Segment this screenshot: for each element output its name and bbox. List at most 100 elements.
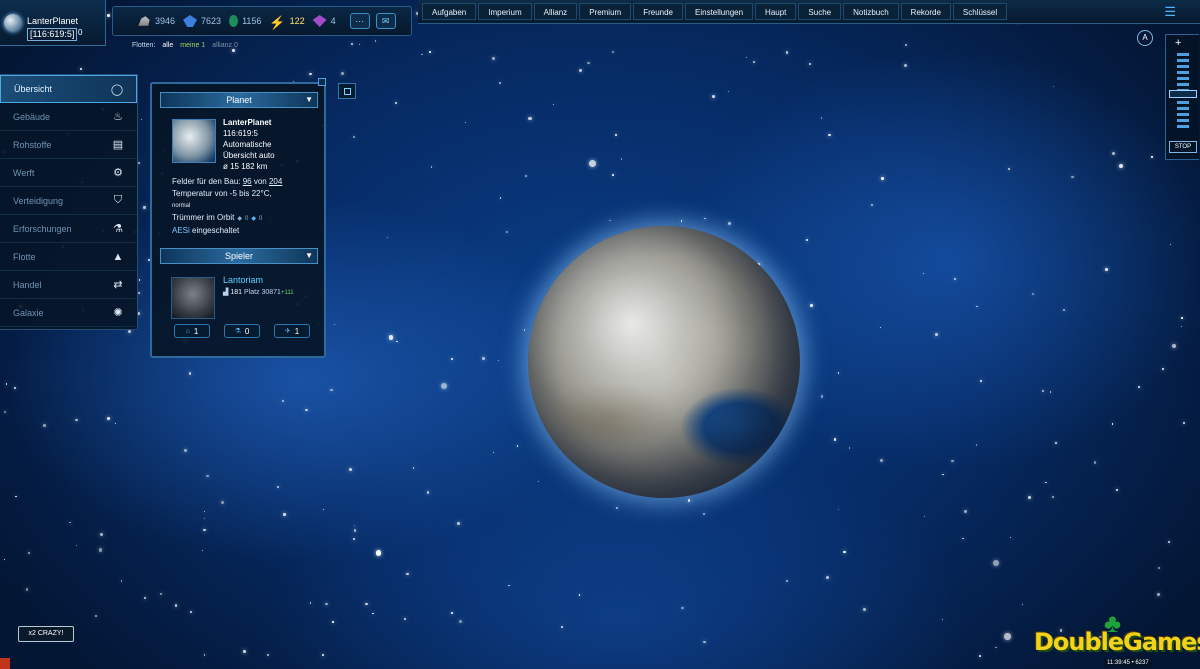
research-badge[interactable]: ⚗ 0	[224, 324, 260, 338]
star	[107, 13, 111, 17]
star	[95, 615, 97, 617]
star	[589, 159, 597, 167]
star	[325, 602, 329, 606]
fleets-label: Flotten:	[132, 42, 156, 49]
sidebar-item-8[interactable]: Galaxie ✺	[0, 299, 137, 327]
star	[349, 467, 353, 471]
sidebar-item-7[interactable]: Handel ⇄	[0, 271, 137, 299]
star	[871, 203, 874, 206]
building-badge[interactable]: ⌂ 1	[174, 324, 210, 338]
star	[458, 620, 462, 624]
sidebar-item-label: Übersicht	[14, 84, 53, 94]
server-clock: 11:39:45 • 6237	[1104, 659, 1152, 667]
current-planet-name: LanterPlanet	[27, 16, 79, 26]
star	[702, 512, 705, 515]
aes-label[interactable]: AESi	[172, 226, 190, 235]
dark-matter-icon	[312, 15, 327, 27]
hamburger-menu-icon[interactable]: ☰	[1164, 4, 1176, 20]
star	[394, 101, 398, 105]
nav-schluessel[interactable]: Schlüssel	[952, 3, 1008, 20]
fields-separator: von	[251, 177, 269, 186]
planet-details: LanterPlanet 116:619:5 Automatische Über…	[223, 117, 275, 172]
chat-button[interactable]: ⋯	[349, 13, 370, 29]
star	[184, 449, 187, 452]
nav-freunde[interactable]: Freunde	[633, 3, 683, 20]
star	[942, 473, 944, 475]
nav-rekorde[interactable]: Rekorde	[900, 3, 951, 20]
nav-haupt[interactable]: Haupt	[755, 3, 797, 20]
sidebar-item-1[interactable]: Gebäude ♨	[0, 103, 137, 131]
zoom-in-button[interactable]: +	[1175, 37, 1181, 49]
star	[412, 467, 415, 469]
current-planet-selector[interactable]: LanterPlanet [116:619:5] 0	[0, 0, 106, 46]
panel-minimize-button[interactable]	[318, 78, 326, 86]
nav-imperium[interactable]: Imperium	[478, 3, 532, 20]
resource-energy[interactable]: ⚡ 122	[269, 15, 304, 30]
star	[614, 133, 617, 136]
star	[727, 221, 732, 225]
star	[552, 103, 555, 106]
star	[376, 550, 382, 556]
sidebar-item-label: Gebäude	[13, 111, 51, 122]
star	[561, 626, 564, 629]
star	[220, 501, 224, 505]
nav-notizbuch[interactable]: Notizbuch	[843, 3, 899, 20]
star	[492, 57, 496, 60]
sidebar-item-6[interactable]: Flotte ▲	[0, 243, 137, 271]
star	[523, 329, 526, 331]
player-name[interactable]: Lantoriam	[223, 275, 263, 285]
star	[611, 50, 614, 53]
metal-value: 3946	[155, 16, 176, 26]
stop-button[interactable]: STOP	[1169, 141, 1197, 153]
resource-deuterium[interactable]: 1156	[229, 15, 261, 27]
star	[203, 654, 206, 657]
messages-button[interactable]: ✉	[375, 13, 396, 29]
crazy-bonus-badge[interactable]: x2 CRAZY!	[18, 626, 74, 642]
star	[332, 621, 334, 623]
planet-temperature: Temperatur von -5 bis 22°C,	[172, 189, 272, 198]
planet-section-header[interactable]: Planet ▼	[160, 92, 318, 108]
resource-crystal[interactable]: 7623	[183, 15, 221, 27]
player-section-header[interactable]: Spieler ▼	[160, 248, 318, 264]
sidebar-item-4[interactable]: Verteidigung ⛉	[0, 187, 137, 215]
research-badge-icon: ⚗	[234, 328, 241, 335]
nav-suche[interactable]: Suche	[798, 3, 842, 20]
gear-icon: ⚙	[113, 167, 123, 179]
flame-icon: ♨	[113, 111, 123, 123]
energy-icon: ⚡	[269, 15, 286, 30]
star	[137, 162, 141, 165]
compass-icon[interactable]: A	[1137, 30, 1153, 46]
nav-einstellungen[interactable]: Einstellungen	[685, 3, 754, 20]
player-rank-change: +111	[280, 290, 294, 296]
fleets-own-filter[interactable]: meine 1	[180, 42, 205, 54]
alert-indicator[interactable]	[0, 658, 10, 669]
sidebar-item-0[interactable]: Übersicht ◯	[0, 75, 137, 103]
star	[934, 333, 938, 337]
star	[1137, 386, 1140, 389]
star	[388, 335, 394, 340]
sidebar-item-3[interactable]: Werft ⚙	[0, 159, 137, 187]
star	[403, 617, 407, 621]
star	[1167, 540, 1170, 543]
resource-metal[interactable]: 3946	[137, 15, 175, 27]
star	[1181, 317, 1183, 319]
star	[727, 91, 729, 93]
zoom-slider-handle[interactable]	[1169, 90, 1197, 99]
sidebar-item-2[interactable]: Rohstoffe ▤	[0, 131, 137, 159]
panel-toggle-button[interactable]	[338, 83, 356, 99]
star	[204, 511, 206, 513]
nav-aufgaben[interactable]: Aufgaben	[422, 3, 477, 20]
fleets-all-filter[interactable]: alle	[162, 42, 173, 54]
planet-sphere[interactable]	[528, 226, 800, 498]
fleet-badge[interactable]: ✈ 1	[274, 324, 310, 338]
fleets-ally-filter[interactable]: allianz 0	[212, 42, 238, 54]
sidebar-item-5[interactable]: Erforschungen ⚗	[0, 215, 137, 243]
nav-allianz[interactable]: Allianz	[533, 3, 578, 20]
star	[75, 544, 77, 546]
star	[681, 606, 684, 610]
player-avatar[interactable]	[171, 277, 215, 319]
nav-premium[interactable]: Premium	[579, 3, 632, 20]
star	[203, 517, 206, 520]
resource-dark-matter[interactable]: 4	[312, 15, 336, 27]
resources-icon: ▤	[112, 139, 124, 151]
